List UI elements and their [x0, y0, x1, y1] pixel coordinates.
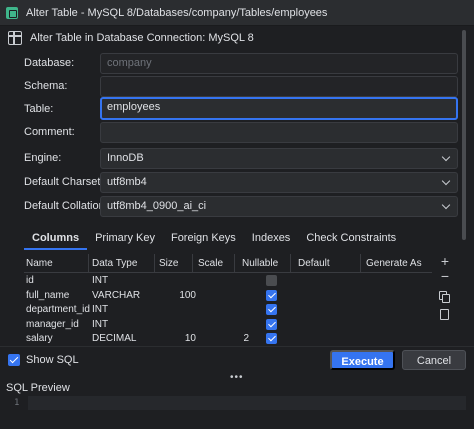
current-line-highlight — [28, 396, 466, 410]
tab-indexes[interactable]: Indexes — [244, 228, 299, 250]
grid-header: Name Data Type Size Scale Nullable Defau… — [24, 254, 432, 273]
engine-label: Engine: — [24, 152, 62, 164]
cell-size[interactable]: 100 — [170, 290, 196, 301]
cell-data-type[interactable]: DECIMAL — [92, 333, 136, 344]
table-row[interactable]: full_name VARCHAR 100 — [24, 289, 432, 304]
add-column-icon[interactable]: + — [438, 254, 452, 268]
execute-button[interactable]: Execute — [330, 350, 395, 370]
header-divider — [290, 254, 291, 273]
charset-row: Default Charset: utf8mb4 — [0, 172, 466, 194]
header-divider — [360, 254, 361, 273]
charset-label: Default Charset: — [24, 176, 104, 188]
sql-preview-header: SQL Preview — [0, 382, 474, 396]
table-icon — [8, 31, 22, 45]
cell-data-type[interactable]: INT — [92, 304, 108, 315]
header-nullable[interactable]: Nullable — [242, 258, 278, 269]
table-row[interactable]: id INT — [24, 274, 432, 289]
cell-scale[interactable]: 2 — [223, 333, 249, 344]
table-row: Table: employees — [0, 97, 466, 120]
cancel-button[interactable]: Cancel — [402, 350, 466, 370]
engine-row: Engine: InnoDB — [0, 148, 466, 170]
header-data-type[interactable]: Data Type — [92, 258, 137, 269]
header-generate-as[interactable]: Generate As — [366, 258, 422, 269]
header-divider — [234, 254, 235, 273]
cell-name[interactable]: id — [26, 275, 34, 286]
table-row[interactable]: manager_id INT — [24, 318, 432, 333]
dialog-header-text: Alter Table in Database Connection: MySQ… — [30, 32, 254, 44]
nullable-checkbox[interactable] — [266, 275, 277, 286]
cell-name[interactable]: manager_id — [26, 319, 79, 330]
schema-label: Schema: — [24, 80, 68, 92]
engine-select[interactable]: InnoDB — [100, 148, 458, 169]
cell-data-type[interactable]: VARCHAR — [92, 290, 140, 301]
header-default[interactable]: Default — [298, 258, 330, 269]
tab-primary-key[interactable]: Primary Key — [87, 228, 163, 250]
header-name[interactable]: Name — [26, 258, 53, 269]
dialog-footer: Show SQL Execute Cancel — [0, 346, 474, 374]
collation-row: Default Collation: utf8mb4_0900_ai_ci — [0, 196, 466, 218]
database-row: Database: company — [0, 53, 466, 75]
show-sql-checkbox[interactable] — [8, 354, 20, 366]
show-sql-label: Show SQL — [26, 354, 79, 366]
paste-icon[interactable] — [438, 308, 452, 322]
copy-icon[interactable] — [438, 290, 452, 304]
comment-input[interactable] — [100, 122, 458, 143]
schema-row: Schema: — [0, 76, 466, 98]
database-field: company — [100, 53, 458, 74]
table-row[interactable]: department_id INT — [24, 303, 432, 318]
title-bar: Alter Table - MySQL 8/Databases/company/… — [0, 0, 474, 26]
app-icon — [6, 6, 18, 19]
comment-label: Comment: — [24, 126, 75, 138]
table-row[interactable]: salary DECIMAL 10 2 — [24, 332, 432, 346]
cell-data-type[interactable]: INT — [92, 319, 108, 330]
window-title: Alter Table - MySQL 8/Databases/company/… — [26, 6, 328, 19]
table-name-input[interactable]: employees — [100, 97, 458, 120]
tab-bar: Columns Primary Key Foreign Keys Indexes… — [24, 228, 404, 250]
line-number: 1 — [14, 398, 20, 408]
columns-grid: Name Data Type Size Scale Nullable Defau… — [24, 254, 432, 346]
sql-preview-title: SQL Preview — [6, 382, 70, 394]
database-label: Database: — [24, 57, 75, 69]
header-divider — [154, 254, 155, 273]
schema-field — [100, 76, 458, 97]
dialog-header: Alter Table in Database Connection: MySQ… — [0, 26, 466, 50]
cell-name[interactable]: department_id — [26, 304, 90, 315]
show-sql-toggle[interactable]: Show SQL — [8, 354, 79, 366]
nullable-checkbox[interactable] — [266, 318, 277, 330]
cell-name[interactable]: salary — [26, 333, 53, 344]
charset-select[interactable]: utf8mb4 — [100, 172, 458, 193]
nullable-checkbox[interactable] — [266, 289, 277, 301]
cell-data-type[interactable]: INT — [92, 275, 108, 286]
nullable-checkbox[interactable] — [266, 304, 277, 315]
nullable-checkbox[interactable] — [266, 333, 277, 344]
tab-check-constraints[interactable]: Check Constraints — [298, 228, 404, 250]
table-label: Table: — [24, 103, 54, 115]
cell-size[interactable]: 10 — [170, 333, 196, 344]
tab-foreign-keys[interactable]: Foreign Keys — [163, 228, 244, 250]
panel-splitter[interactable]: ••• — [0, 373, 474, 383]
cell-name[interactable]: full_name — [26, 290, 69, 301]
sql-preview-editor[interactable]: 1 — [0, 396, 474, 429]
header-scale[interactable]: Scale — [198, 258, 223, 269]
splitter-handle-icon[interactable]: ••• — [230, 373, 244, 383]
header-divider — [88, 254, 89, 273]
header-size[interactable]: Size — [159, 258, 178, 269]
collation-label: Default Collation: — [24, 200, 108, 212]
remove-column-icon[interactable]: − — [438, 269, 452, 283]
header-divider — [192, 254, 193, 273]
comment-row: Comment: — [0, 122, 466, 144]
collation-select[interactable]: utf8mb4_0900_ai_ci — [100, 196, 458, 217]
tab-columns[interactable]: Columns — [24, 228, 88, 250]
